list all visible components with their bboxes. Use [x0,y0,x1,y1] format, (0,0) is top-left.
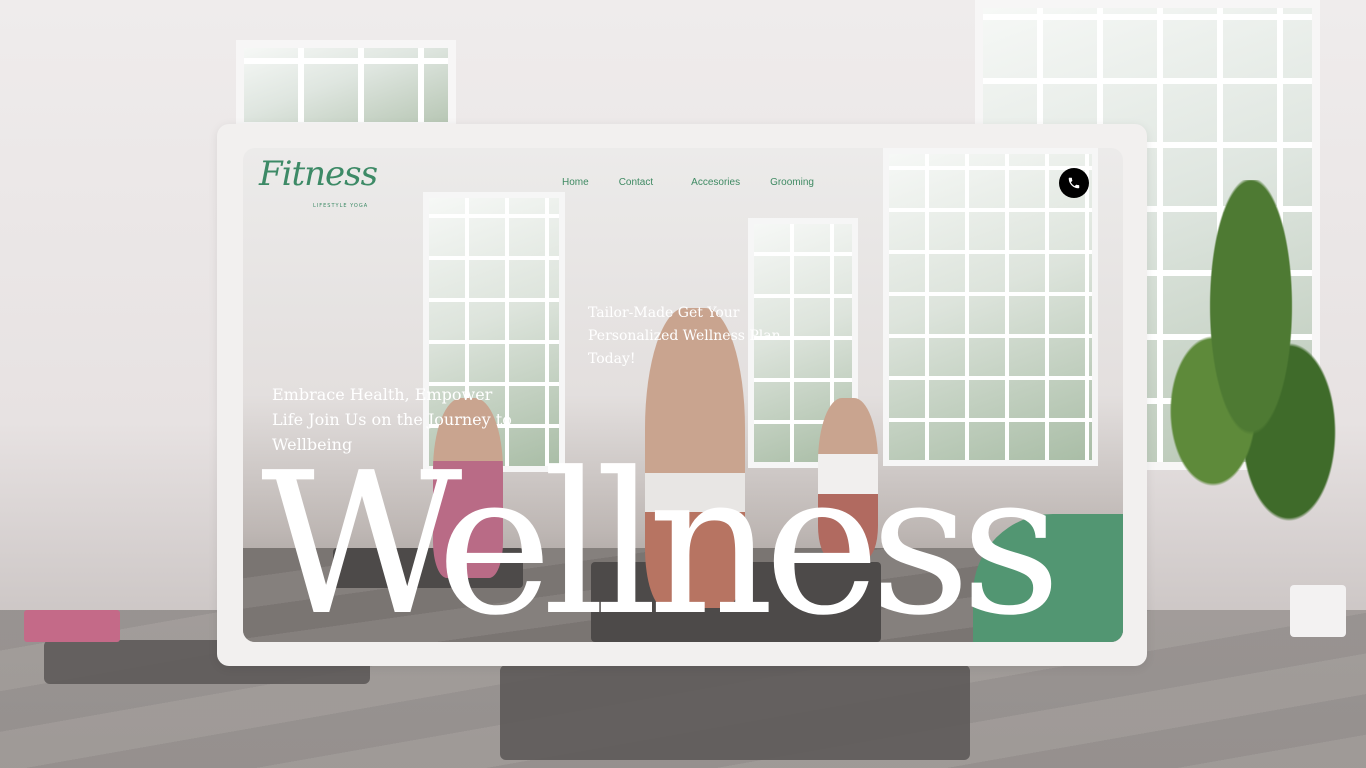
background-yoga-mat [500,665,970,760]
logo-wordmark: Fitness [259,154,378,194]
logo-subtitle: LIFESTYLE YOGA [313,203,369,209]
background-plant-pot [1290,585,1346,637]
background-yoga-block [24,610,120,642]
hero-headline: Wellness [261,431,1061,642]
nav-item-grooming[interactable]: Grooming [770,177,814,188]
nav-item-contact[interactable]: Contact [619,177,653,188]
phone-button[interactable] [1059,168,1089,198]
brand-logo[interactable]: Fitness LIFESTYLE YOGA [259,154,378,212]
background-plant [1156,180,1346,600]
hero-tagline: Tailor-Made Get Your Personalized Wellne… [588,305,781,367]
phone-icon [1068,177,1080,189]
main-nav: Home Contact Accesories Grooming [562,177,844,188]
nav-item-home[interactable]: Home [562,177,589,188]
hero-frame: Fitness LIFESTYLE YOGA Home Contact Acce… [217,124,1147,666]
background-window [236,40,456,130]
nav-item-accesories[interactable]: Accesories [691,177,740,188]
hero-image: Fitness LIFESTYLE YOGA Home Contact Acce… [243,148,1123,642]
